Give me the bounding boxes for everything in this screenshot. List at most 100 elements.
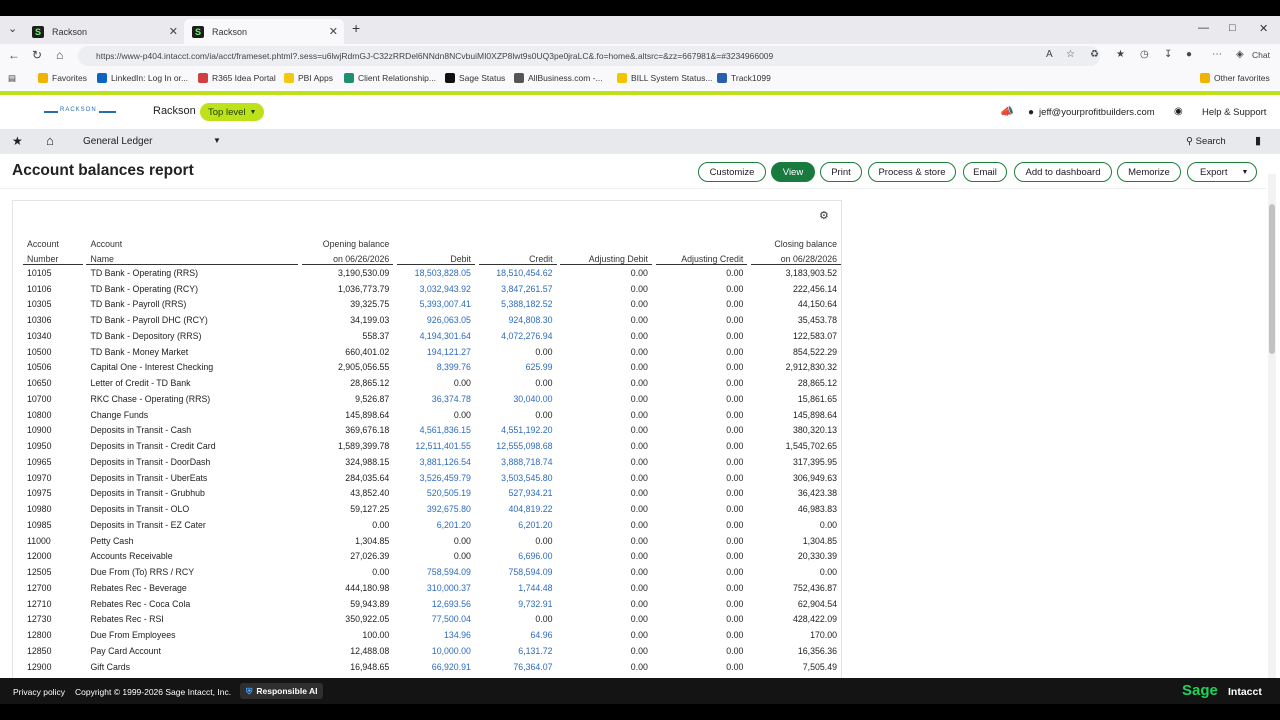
cell-credit[interactable]: 6,696.00 [479,549,557,565]
add-to-dashboard-button[interactable]: Add to dashboard [1014,162,1112,182]
search-button[interactable]: ⚲ Search [1186,136,1226,147]
close-tab-icon[interactable]: ✕ [169,25,178,38]
extensions-icon[interactable]: ♻ [1090,49,1099,60]
cell-credit[interactable]: 18,510,454.62 [479,265,557,281]
customize-button[interactable]: Customize [698,162,766,182]
close-tab-icon[interactable]: ✕ [329,25,338,38]
back-icon[interactable]: ← [8,48,20,62]
downloads-icon[interactable]: ↧ [1164,49,1172,60]
cell-credit[interactable]: 1,744.48 [479,580,557,596]
favorites-bar-icon[interactable]: ▤ [8,73,16,84]
copilot-icon[interactable]: ◈ [1236,49,1244,60]
cell-debit[interactable]: 3,881,126.54 [397,454,475,470]
favorite-item[interactable]: AllBusiness.com -... [514,73,603,83]
bookmark-icon[interactable]: ▮ [1255,134,1261,147]
favorite-star-icon[interactable]: ☆ [1066,49,1075,60]
cell-credit[interactable]: 12,555,098.68 [479,438,557,454]
cell-credit[interactable]: 6,201.20 [479,517,557,533]
chat-bubble-icon[interactable]: ◉ [1174,106,1183,117]
cell-debit[interactable]: 3,032,943.92 [397,281,475,297]
favorite-item[interactable]: LinkedIn: Log In or... [97,73,188,83]
entity-selector[interactable]: Top level ▼ [200,103,265,121]
announcements-icon[interactable]: 📣 [1000,105,1014,118]
browser-tab-active[interactable]: S Rackson ✕ [184,19,344,44]
cell-debit[interactable]: 134.96 [397,627,475,643]
cell-debit[interactable]: 4,561,836.15 [397,423,475,439]
cell-credit[interactable]: 6,131.72 [479,643,557,659]
cell-credit[interactable]: 527,934.21 [479,486,557,502]
new-tab-icon[interactable]: + [352,20,360,36]
module-menu[interactable]: General Ledger [83,136,153,147]
cell-credit[interactable]: 924,808.30 [479,312,557,328]
cell-credit[interactable]: 64.96 [479,627,557,643]
cell-credit[interactable]: 758,594.09 [479,564,557,580]
cell-credit[interactable]: 4,072,276.94 [479,328,557,344]
home-icon[interactable]: ⌂ [56,48,63,62]
responsible-ai-link[interactable]: ⛨ Responsible AI [240,683,324,699]
favorite-item[interactable]: Sage Status [445,73,505,83]
chevron-down-icon[interactable]: ▼ [213,136,221,145]
cell-credit[interactable]: 3,888,718.74 [479,454,557,470]
cell-debit[interactable]: 758,594.09 [397,564,475,580]
cell-debit[interactable]: 12,511,401.55 [397,438,475,454]
favorites-icon[interactable]: ★ [1116,49,1125,60]
refresh-icon[interactable]: ↻ [32,48,42,62]
cell-debit[interactable]: 18,503,828.05 [397,265,475,281]
minimize-icon[interactable]: — [1198,22,1209,34]
cell-debit[interactable]: 520,505.19 [397,486,475,502]
cell-debit[interactable]: 77,500.04 [397,612,475,628]
history-icon[interactable]: ◷ [1140,49,1149,60]
print-button[interactable]: Print [820,162,862,182]
cell-debit[interactable]: 66,920.91 [397,659,475,675]
view-button[interactable]: View [771,162,815,182]
more-menu-icon[interactable]: ⋯ [1212,49,1222,60]
maximize-icon[interactable]: □ [1229,22,1236,34]
cell-credit[interactable]: 5,388,182.52 [479,297,557,313]
browser-tab[interactable]: S Rackson ✕ [24,19,184,44]
favorite-item[interactable]: Track1099 [717,73,771,83]
cell-debit[interactable]: 194,121.27 [397,344,475,360]
cell-debit[interactable]: 6,201.20 [397,517,475,533]
user-menu[interactable]: ● jeff@yourprofitbuilders.com [1028,107,1155,118]
favorite-item[interactable]: PBI Apps [284,73,333,83]
close-window-icon[interactable]: ✕ [1259,22,1268,35]
cell-debit[interactable]: 926,063.05 [397,312,475,328]
cell-credit[interactable]: 404,819.22 [479,501,557,517]
profile-avatar-icon[interactable]: ● [1186,49,1192,60]
email-button[interactable]: Email [963,162,1007,182]
cell-credit[interactable]: 3,503,545.80 [479,470,557,486]
star-icon[interactable]: ★ [12,134,23,148]
tab-list-icon[interactable]: ⌄ [8,22,17,35]
cell-debit[interactable]: 8,399.76 [397,360,475,376]
favorite-item[interactable]: R365 Idea Portal [198,73,276,83]
scrollbar-thumb[interactable] [1269,204,1275,354]
cell-credit[interactable]: 30,040.00 [479,391,557,407]
cell-credit[interactable]: 9,732.91 [479,596,557,612]
cell-debit[interactable]: 392,675.80 [397,501,475,517]
export-button[interactable]: Export ▼ [1187,162,1257,182]
cell-debit[interactable]: 36,374.78 [397,391,475,407]
cell-debit[interactable]: 5,393,007.41 [397,297,475,313]
read-aloud-icon[interactable]: A [1046,49,1053,60]
cell-debit[interactable]: 310,000.37 [397,580,475,596]
process-store-button[interactable]: Process & store [868,162,956,182]
memorize-button[interactable]: Memorize [1117,162,1181,182]
cell-debit[interactable]: 4,194,301.64 [397,328,475,344]
cell-debit[interactable]: 12,693.56 [397,596,475,612]
gear-icon[interactable]: ⚙ [819,209,829,222]
favorite-item[interactable]: BILL System Status... [617,73,712,83]
cell-credit[interactable]: 625.99 [479,360,557,376]
help-support-link[interactable]: Help & Support [1202,107,1266,118]
cell-credit[interactable]: 4,551,192.20 [479,423,557,439]
favorite-item[interactable]: Favorites [38,73,87,83]
home-icon[interactable]: ⌂ [46,133,54,148]
url-field[interactable]: https://www-p404.intacct.com/ia/acct/fra… [78,46,1100,66]
cell-credit[interactable]: 76,364.07 [479,659,557,675]
cell-debit[interactable]: 3,526,459.79 [397,470,475,486]
cell-debit[interactable]: 10,000.00 [397,643,475,659]
favorite-item[interactable]: Client Relationship... [344,73,436,83]
other-favorites[interactable]: Other favorites [1200,73,1270,83]
cell-credit[interactable]: 3,847,261.57 [479,281,557,297]
chat-label[interactable]: Chat [1252,50,1270,60]
privacy-policy-link[interactable]: Privacy policy [13,687,65,697]
